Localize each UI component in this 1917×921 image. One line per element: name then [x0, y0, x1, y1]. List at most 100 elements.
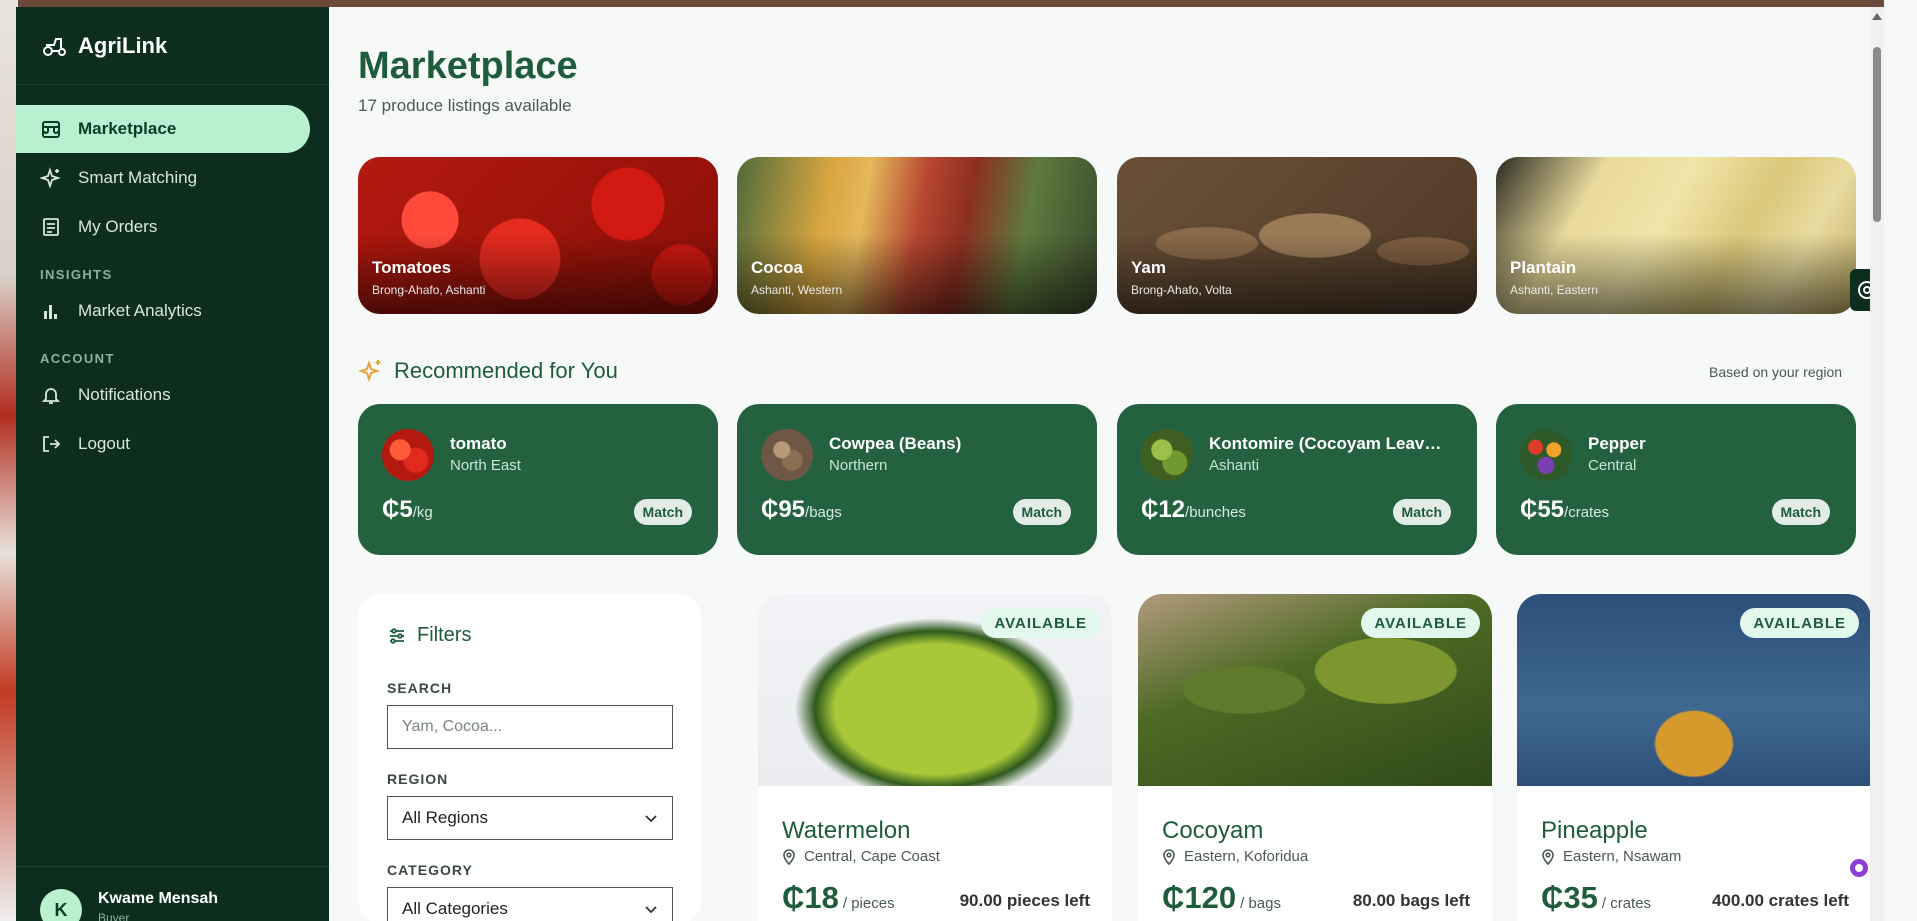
- hero-region: Ashanti, Eastern: [1510, 283, 1599, 297]
- sidebar-item-market-analytics[interactable]: Market Analytics: [16, 287, 329, 335]
- match-button[interactable]: Match: [1771, 499, 1830, 525]
- recommended-header: Recommended for You: [358, 356, 618, 386]
- product-thumbnail: [1141, 429, 1193, 481]
- scroll-up-arrow-icon[interactable]: [1872, 13, 1882, 20]
- listing-card[interactable]: AVAILABLE Cocoyam Eastern, Koforidua ₵12…: [1138, 594, 1492, 921]
- product-name: Cowpea (Beans): [829, 434, 962, 453]
- app-window: AgriLink Marketplace Smart Matching My O…: [16, 7, 1884, 921]
- listing-location: Central, Cape Coast: [782, 848, 940, 865]
- match-button[interactable]: Match: [1392, 499, 1451, 525]
- hero-card-plantain[interactable]: Plantain Ashanti, Eastern: [1496, 157, 1856, 314]
- location-pin-icon: [1542, 848, 1554, 865]
- product-region: North East: [450, 457, 521, 474]
- scrollbar-thumb[interactable]: [1873, 47, 1881, 222]
- hero-name: Cocoa: [751, 258, 803, 277]
- sidebar-item-smart-matching[interactable]: Smart Matching: [16, 154, 329, 202]
- sidebar-item-logout[interactable]: Logout: [16, 420, 329, 468]
- status-badge: AVAILABLE: [1740, 608, 1859, 638]
- search-input[interactable]: [387, 705, 673, 749]
- browser-side-strip: [1884, 0, 1917, 921]
- location-pin-icon: [1163, 848, 1175, 865]
- product-region: Central: [1588, 457, 1637, 474]
- hero-region: Ashanti, Western: [751, 283, 843, 297]
- hero-region: Brong-Ahafo, Ashanti: [372, 283, 486, 297]
- stock-left: 400.00 crates left: [1711, 891, 1849, 910]
- ai-assistant-icon[interactable]: [1848, 857, 1870, 879]
- product-thumbnail: [761, 429, 813, 481]
- sidebar: AgriLink Marketplace Smart Matching My O…: [16, 7, 329, 921]
- sidebar-item-label: Smart Matching: [78, 168, 198, 187]
- listing-card[interactable]: AVAILABLE Pineapple Eastern, Nsawam ₵35/…: [1517, 594, 1871, 921]
- filters-header: Filters: [387, 624, 471, 647]
- recommended-note: Based on your region: [1709, 364, 1843, 380]
- sidebar-nav: Marketplace Smart Matching My Orders INS…: [16, 85, 329, 468]
- page-title: Marketplace: [358, 45, 578, 87]
- recommended-card[interactable]: Cowpea (Beans) Northern ₵95/bags Match: [737, 404, 1097, 555]
- tractor-icon: [43, 37, 66, 56]
- listing-price: ₵120/ bags: [1162, 880, 1281, 915]
- region-select-value: All Regions: [402, 808, 488, 827]
- recommended-card[interactable]: Kontomire (Cocoyam Leav… Ashanti ₵12/bun…: [1117, 404, 1477, 555]
- user-role: Buyer: [98, 911, 130, 921]
- hero-name: Plantain: [1510, 258, 1577, 277]
- product-price: ₵95/bags: [761, 496, 842, 523]
- recommended-card[interactable]: tomato North East ₵5/kg Match: [358, 404, 718, 555]
- match-button[interactable]: Match: [1012, 499, 1071, 525]
- listing-location: Eastern, Koforidua: [1162, 848, 1308, 865]
- logout-icon: [43, 436, 61, 452]
- user-profile[interactable]: K Kwame Mensah Buyer: [16, 866, 329, 921]
- listing-location: Eastern, Nsawam: [1541, 848, 1681, 865]
- product-region: Ashanti: [1209, 457, 1260, 474]
- hero-card-yam[interactable]: Yam Brong-Ahafo, Volta: [1117, 157, 1477, 314]
- listing-price: ₵35/ crates: [1541, 880, 1652, 915]
- product-name: Pepper: [1588, 434, 1646, 453]
- receipt-icon: [43, 218, 59, 236]
- main-content: Marketplace 17 produce listings availabl…: [329, 7, 1884, 921]
- sidebar-item-label: My Orders: [78, 217, 158, 236]
- bar-chart-icon: [44, 305, 57, 319]
- chevron-down-icon: [645, 815, 657, 823]
- status-badge: AVAILABLE: [1361, 608, 1480, 638]
- sidebar-item-label: Logout: [78, 434, 130, 453]
- sidebar-item-marketplace[interactable]: Marketplace: [16, 105, 310, 153]
- listing-card[interactable]: AVAILABLE Watermelon Central, Cape Coast…: [758, 594, 1112, 921]
- sidebar-item-my-orders[interactable]: My Orders: [16, 203, 329, 251]
- brand[interactable]: AgriLink: [16, 7, 329, 85]
- app-name: AgriLink: [78, 32, 168, 58]
- hero-name: Yam: [1131, 258, 1166, 277]
- page-subtitle: 17 produce listings available: [358, 96, 572, 115]
- listing-name: Cocoyam: [1162, 817, 1264, 844]
- vertical-scrollbar[interactable]: [1870, 7, 1884, 921]
- bell-icon: [41, 388, 61, 404]
- search-label: SEARCH: [387, 680, 453, 696]
- region-label: REGION: [387, 771, 449, 787]
- sidebar-item-label: Notifications: [78, 385, 171, 404]
- recommended-title: Recommended for You: [394, 358, 618, 383]
- chevron-down-icon: [645, 906, 657, 914]
- recommended-card[interactable]: Pepper Central ₵55/crates Match: [1496, 404, 1856, 555]
- product-name: tomato: [450, 434, 507, 453]
- listing-name: Watermelon: [782, 817, 911, 844]
- sidebar-item-label: Marketplace: [78, 119, 177, 138]
- section-label-account: ACCOUNT: [40, 351, 115, 366]
- hero-name: Tomatoes: [372, 258, 452, 277]
- product-thumbnail: [382, 429, 434, 481]
- category-select[interactable]: All Categories: [387, 887, 673, 921]
- match-button[interactable]: Match: [633, 499, 692, 525]
- sparkle-icon: [358, 359, 381, 383]
- product-region: Northern: [829, 457, 888, 474]
- sidebar-item-notifications[interactable]: Notifications: [16, 371, 329, 419]
- stock-left: 80.00 bags left: [1352, 891, 1470, 910]
- hero-card-cocoa[interactable]: Cocoa Ashanti, Western: [737, 157, 1097, 314]
- product-price: ₵5/kg: [382, 496, 433, 523]
- sparkle-icon: [40, 167, 61, 189]
- hero-card-tomatoes[interactable]: Tomatoes Brong-Ahafo, Ashanti: [358, 157, 718, 314]
- avatar: K: [40, 889, 82, 921]
- sidebar-item-label: Market Analytics: [78, 301, 202, 320]
- location-pin-icon: [783, 848, 795, 865]
- hero-region: Brong-Ahafo, Volta: [1131, 283, 1232, 297]
- sliders-icon: [390, 627, 404, 644]
- region-select[interactable]: All Regions: [387, 796, 673, 840]
- product-thumbnail: [1520, 429, 1572, 481]
- filters-title: Filters: [417, 624, 472, 646]
